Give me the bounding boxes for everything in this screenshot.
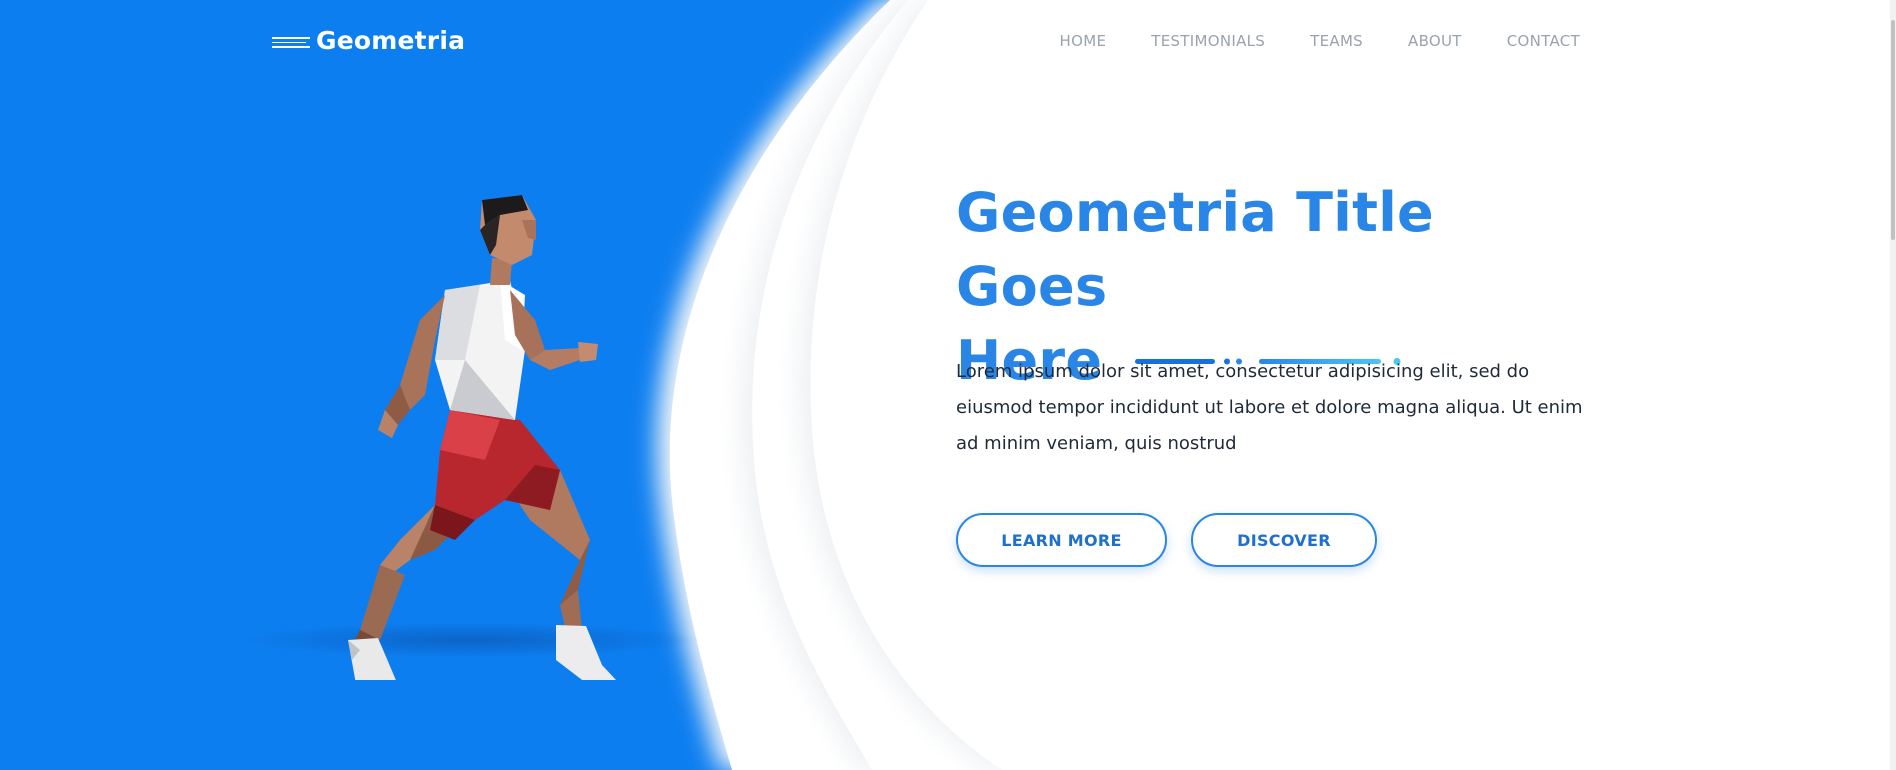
nav-item-contact[interactable]: CONTACT bbox=[1507, 32, 1580, 50]
hero-description: Lorem ipsum dolor sit amet, consectetur … bbox=[956, 361, 1583, 454]
page-scrollbar[interactable] bbox=[1890, 0, 1896, 770]
low-poly-runner-illustration bbox=[348, 195, 616, 680]
nav-item-testimonials[interactable]: TESTIMONIALS bbox=[1151, 32, 1265, 50]
brand-logo[interactable]: Geometria bbox=[272, 26, 465, 55]
nav-item-home[interactable]: HOME bbox=[1060, 32, 1107, 50]
hero-title-line1: Geometria Title Goes bbox=[956, 181, 1434, 318]
brand-name: Geometria bbox=[316, 26, 466, 55]
scrollbar-thumb[interactable] bbox=[1891, 20, 1895, 240]
nav-item-teams[interactable]: TEAMS bbox=[1310, 32, 1363, 50]
main-nav: HOME TESTIMONIALS TEAMS ABOUT CONTACT bbox=[1060, 32, 1580, 50]
discover-button[interactable]: DISCOVER bbox=[1191, 513, 1377, 567]
learn-more-button[interactable]: LEARN MORE bbox=[956, 513, 1167, 567]
nav-item-about[interactable]: ABOUT bbox=[1408, 32, 1462, 50]
landing-page: Geometria HOME TESTIMONIALS TEAMS ABOUT … bbox=[0, 0, 1896, 770]
speed-lines-icon bbox=[272, 37, 310, 48]
